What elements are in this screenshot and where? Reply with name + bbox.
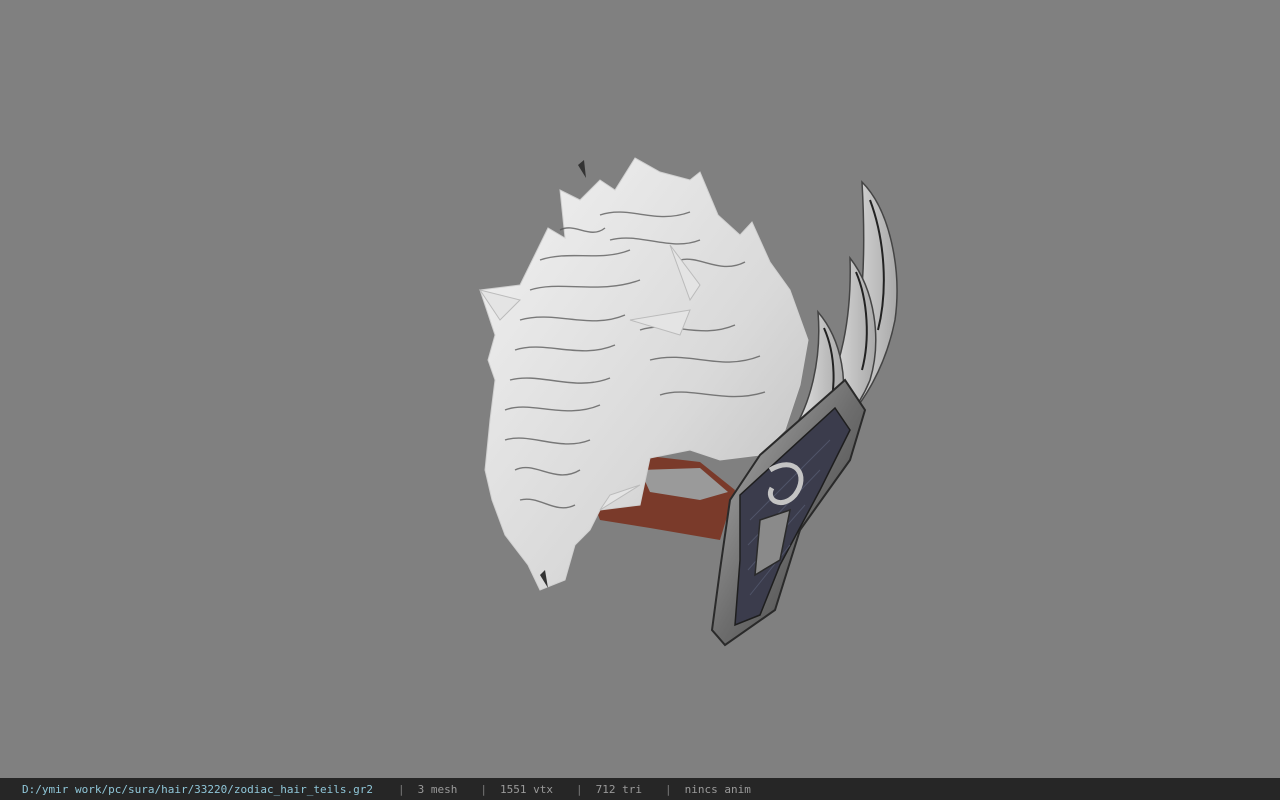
separator: |: [664, 782, 672, 796]
model-viewport[interactable]: [0, 0, 1280, 778]
separator: |: [480, 782, 487, 796]
status-bar: D:/ymir work/pc/sura/hair/33220/zodiac_h…: [0, 778, 1280, 800]
mesh-count: 3 mesh: [417, 782, 458, 796]
triangle-count: 712 tri: [595, 782, 642, 796]
separator: |: [575, 782, 583, 796]
animation-status: nincs anim: [684, 782, 751, 796]
hair-model-render: [478, 157, 898, 647]
vertex-count: 1551 vtx: [500, 782, 553, 796]
file-path: D:/ymir work/pc/sura/hair/33220/zodiac_h…: [22, 782, 373, 796]
separator: |: [398, 782, 405, 796]
